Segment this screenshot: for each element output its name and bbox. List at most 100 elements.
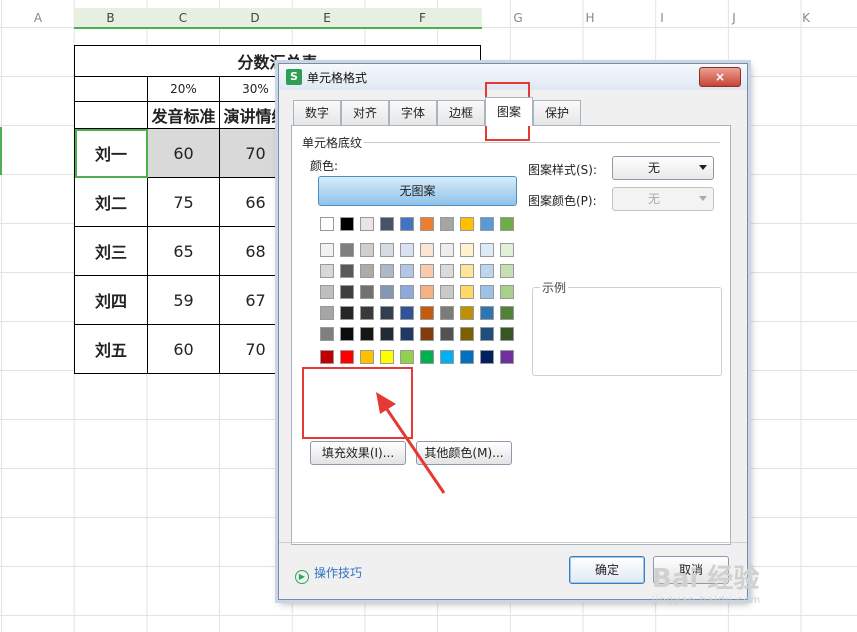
color-swatch[interactable]	[340, 350, 354, 364]
col-header-f[interactable]: F	[363, 8, 482, 28]
color-swatch[interactable]	[360, 217, 374, 231]
col-header-i[interactable]: I	[626, 8, 698, 28]
color-swatch[interactable]	[380, 264, 394, 278]
color-swatch[interactable]	[380, 217, 394, 231]
name-cell[interactable]: 刘四	[74, 275, 148, 325]
color-swatch[interactable]	[500, 243, 514, 257]
color-swatch[interactable]	[400, 285, 414, 299]
score-cell[interactable]: 60	[147, 324, 220, 374]
color-swatch[interactable]	[400, 243, 414, 257]
color-swatch[interactable]	[360, 243, 374, 257]
color-swatch[interactable]	[320, 350, 334, 364]
pct-cell-b[interactable]	[74, 76, 148, 102]
color-swatch[interactable]	[460, 243, 474, 257]
color-swatch[interactable]	[360, 285, 374, 299]
col-header-j[interactable]: J	[698, 8, 770, 28]
color-swatch[interactable]	[440, 243, 454, 257]
color-swatch[interactable]	[320, 306, 334, 320]
color-swatch[interactable]	[400, 306, 414, 320]
pattern-color-select[interactable]: 无	[612, 187, 714, 211]
col-header-a[interactable]: A	[2, 8, 74, 28]
color-swatch[interactable]	[460, 327, 474, 341]
color-swatch[interactable]	[420, 285, 434, 299]
color-swatch[interactable]	[480, 306, 494, 320]
tab-protection[interactable]: 保护	[533, 100, 581, 125]
color-swatch[interactable]	[420, 264, 434, 278]
color-swatch[interactable]	[440, 285, 454, 299]
color-swatch[interactable]	[380, 285, 394, 299]
color-swatch[interactable]	[380, 327, 394, 341]
color-swatch[interactable]	[340, 306, 354, 320]
color-swatch[interactable]	[420, 350, 434, 364]
score-cell[interactable]: 59	[147, 275, 220, 325]
color-swatch[interactable]	[480, 217, 494, 231]
color-swatch[interactable]	[500, 350, 514, 364]
color-swatch[interactable]	[360, 350, 374, 364]
name-cell[interactable]: 刘五	[74, 324, 148, 374]
color-swatch[interactable]	[380, 306, 394, 320]
color-swatch[interactable]	[440, 306, 454, 320]
color-swatch[interactable]	[380, 243, 394, 257]
color-swatch[interactable]	[340, 327, 354, 341]
color-swatch[interactable]	[340, 285, 354, 299]
name-cell[interactable]: 刘三	[74, 226, 148, 276]
color-swatch[interactable]	[480, 285, 494, 299]
color-swatch[interactable]	[360, 264, 374, 278]
color-swatch[interactable]	[320, 285, 334, 299]
color-swatch[interactable]	[460, 217, 474, 231]
col-header-e[interactable]: E	[291, 8, 363, 28]
color-swatch[interactable]	[380, 350, 394, 364]
header-cell-b[interactable]	[74, 101, 148, 129]
col-header-k[interactable]: K	[770, 8, 842, 28]
tips-link[interactable]: ▶ 操作技巧	[295, 564, 362, 584]
color-swatch[interactable]	[460, 306, 474, 320]
score-cell[interactable]: 75	[147, 177, 220, 227]
color-swatch[interactable]	[320, 217, 334, 231]
color-swatch[interactable]	[400, 264, 414, 278]
pct-cell-c[interactable]: 20%	[147, 76, 220, 102]
pattern-style-select[interactable]: 无	[612, 156, 714, 180]
color-swatch[interactable]	[440, 264, 454, 278]
color-swatch[interactable]	[440, 350, 454, 364]
color-swatch[interactable]	[460, 285, 474, 299]
close-button[interactable]: ×	[699, 67, 741, 87]
color-swatch[interactable]	[480, 243, 494, 257]
color-swatch[interactable]	[460, 264, 474, 278]
col-header-b[interactable]: B	[74, 8, 147, 28]
color-swatch[interactable]	[420, 217, 434, 231]
tab-number[interactable]: 数字	[293, 100, 341, 125]
color-swatch[interactable]	[400, 350, 414, 364]
color-swatch[interactable]	[500, 285, 514, 299]
color-swatch[interactable]	[480, 327, 494, 341]
tab-pattern[interactable]: 图案	[485, 97, 533, 126]
color-swatch[interactable]	[500, 327, 514, 341]
score-cell[interactable]: 65	[147, 226, 220, 276]
color-swatch[interactable]	[500, 264, 514, 278]
color-swatch[interactable]	[340, 217, 354, 231]
col-header-g[interactable]: G	[482, 8, 554, 28]
color-swatch[interactable]	[360, 306, 374, 320]
color-swatch[interactable]	[480, 350, 494, 364]
score-cell[interactable]: 60	[147, 128, 220, 178]
col-header-c[interactable]: C	[147, 8, 219, 28]
color-swatch[interactable]	[480, 264, 494, 278]
color-swatch[interactable]	[320, 264, 334, 278]
col-header-h[interactable]: H	[554, 8, 626, 28]
col-header-d[interactable]: D	[219, 8, 291, 28]
header-cell-c[interactable]: 发音标准	[147, 101, 220, 129]
color-swatch[interactable]	[340, 264, 354, 278]
color-swatch[interactable]	[500, 217, 514, 231]
color-swatch[interactable]	[420, 306, 434, 320]
color-swatch[interactable]	[320, 243, 334, 257]
color-swatch[interactable]	[320, 327, 334, 341]
color-swatch[interactable]	[340, 243, 354, 257]
name-cell[interactable]: 刘一	[74, 128, 148, 178]
no-pattern-button[interactable]: 无图案	[318, 176, 517, 206]
color-swatch[interactable]	[420, 327, 434, 341]
color-swatch[interactable]	[460, 350, 474, 364]
color-swatch[interactable]	[400, 217, 414, 231]
color-swatch[interactable]	[400, 327, 414, 341]
color-swatch[interactable]	[440, 217, 454, 231]
tab-alignment[interactable]: 对齐	[341, 100, 389, 125]
tab-border[interactable]: 边框	[437, 100, 485, 125]
